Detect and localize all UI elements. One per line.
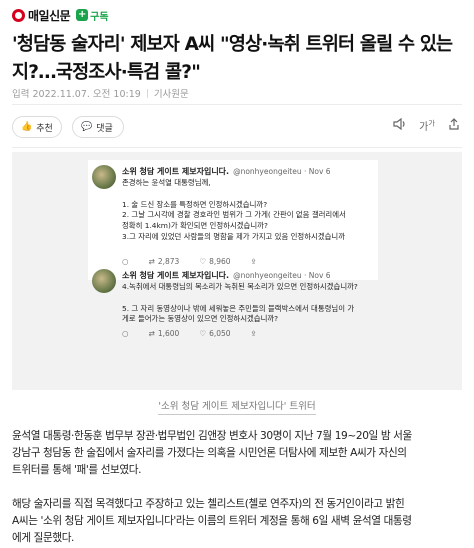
- share-icon: ⇪: [250, 329, 257, 338]
- subscribe-button[interactable]: + 구독: [76, 8, 109, 23]
- subscribe-label: 구독: [90, 11, 109, 23]
- tweet-handle: @nonhyeongeiteu · Nov 6: [233, 271, 331, 280]
- comment-label: 댓글: [96, 123, 113, 134]
- tweet-stats: ○ ⇄ 1,600 ♡ 6,050 ⇪: [122, 328, 257, 340]
- article-paragraph: 윤석열 대통령·한동훈 법무부 장관·법무법인 김앤장 변호사 30명이 지난 …: [12, 428, 464, 479]
- retweet-stat: ⇄ 1,600: [149, 328, 180, 340]
- tweet-line: 5. 그 자리 동영상이나 밖에 세워놓은 주민들의 블랙박스에서 대통령님이 …: [122, 303, 355, 313]
- tweet-line: [122, 293, 372, 304]
- paragraph-line: A씨는 '소위 청담 게이트 제보자입니다'라는 이름의 트위터 계정을 통해 …: [12, 515, 412, 527]
- article-paragraph: 해당 술자리를 직접 목격했다고 주장하고 있는 첼리스트(첼로 연주자)의 전…: [12, 496, 464, 547]
- tweet-card: 소위 청담 게이트 제보자입니다. @nonhyeongeiteu · Nov …: [88, 160, 378, 280]
- tweet-author-name: 소위 청담 게이트 제보자입니다.: [122, 167, 230, 176]
- recommend-button[interactable]: 👍 추천: [12, 116, 62, 138]
- recommend-label: 추천: [36, 123, 53, 134]
- article-actions: 👍 추천 💬 댓글 가가: [12, 116, 462, 140]
- tweet-line: 게로 들어가는 동영상이 있으면 인정하시겠습니까?: [122, 314, 279, 324]
- tweet-line: 존경하는 윤석열 대통령님께,: [122, 178, 211, 187]
- tweet-author-name: 소위 청담 게이트 제보자입니다.: [122, 271, 230, 280]
- paragraph-line: 에게 질문했다.: [12, 532, 75, 544]
- original-article-link[interactable]: 기사원문: [154, 86, 189, 100]
- article-meta: 입력 2022.11.07. 오전 10:19 기사원문: [12, 86, 189, 100]
- article-tools: 가가: [392, 117, 462, 133]
- meta-divider: [146, 88, 148, 98]
- tweet-line: 4.녹취에서 대통령님의 목소리가 녹취된 목소리가 있으면 인정하시겠습니까?: [122, 282, 358, 291]
- like-count: 6,050: [209, 329, 231, 338]
- site-header: 매일신문 + 구독: [0, 0, 474, 30]
- tweet-line: 정확히 1.4km)가 확인되면 인정하시겠습니까?: [122, 221, 268, 231]
- divider: [12, 104, 462, 105]
- tweet-line: [122, 189, 372, 200]
- tweet-card: 소위 청담 게이트 제보자입니다. @nonhyeongeiteu · Nov …: [88, 264, 378, 338]
- tweet-handle: @nonhyeongeiteu · Nov 6: [233, 167, 331, 176]
- comment-icon: 💬: [81, 122, 93, 132]
- retweet-icon: ⇄: [148, 329, 155, 338]
- listen-icon[interactable]: [392, 117, 408, 133]
- paragraph-line: 윤석열 대통령·한동훈 법무부 장관·법무법인 김앤장 변호사 30명이 지난 …: [12, 430, 412, 442]
- paragraph-line: 해당 술자리를 직접 목격했다고 주장하고 있는 첼리스트(첼로 연주자)의 전…: [12, 498, 405, 510]
- heart-icon: ♡: [199, 329, 207, 338]
- article-title: '청담동 술자리' 제보자 A씨 "영상·녹취 트위터 올릴 수 있는지?…국정…: [12, 34, 453, 83]
- published-date: 입력 2022.11.07. 오전 10:19: [12, 89, 141, 100]
- thumbs-up-icon: 👍: [21, 122, 33, 132]
- avatar: [92, 165, 116, 189]
- logo-icon: [12, 8, 25, 22]
- logo-text: 매일신문: [28, 8, 71, 23]
- avatar: [92, 269, 116, 293]
- reply-icon: ○: [122, 329, 129, 338]
- like-stat: ♡ 6,050: [199, 328, 230, 340]
- article-image: 소위 청담 게이트 제보자입니다. @nonhyeongeiteu · Nov …: [12, 152, 462, 390]
- paragraph-line: 강남구 청담동 한 술집에서 술자리를 가졌다는 의혹을 시민언론 더탐사에 제…: [12, 447, 407, 459]
- font-size-icon[interactable]: 가가: [419, 118, 435, 133]
- plus-icon: +: [76, 9, 89, 21]
- caption-text: '소위 청담 게이트 제보자입니다' 트위터: [158, 401, 316, 415]
- tweet-line: 2. 그날 그시각에 경찰 경호라인 범위가 그 가게( 간판이 없음 갤러리에…: [122, 210, 346, 220]
- tweet-text: 4.녹취에서 대통령님의 목소리가 녹취된 목소리가 있으면 인정하시겠습니까?…: [122, 282, 372, 325]
- tweet-line: 1. 술 드신 장소를 특정하면 인정하시겠습니까?: [122, 199, 268, 209]
- site-logo[interactable]: 매일신문: [12, 7, 71, 24]
- retweet-count: 1,600: [157, 329, 180, 338]
- tweet-text: 존경하는 윤석열 대통령님께, 1. 술 드신 장소를 특정하면 인정하시겠습니…: [122, 178, 372, 243]
- tweet-line: 3.그 자리에 있었던 사람들의 명함을 제가 가지고 있음 인정하시겠습니까: [122, 231, 346, 241]
- share-icon[interactable]: [446, 118, 462, 133]
- divider: [12, 147, 462, 148]
- comment-button[interactable]: 💬 댓글: [72, 116, 124, 138]
- image-caption: '소위 청담 게이트 제보자입니다' 트위터: [12, 398, 462, 415]
- paragraph-line: 트위터를 통해 '패'를 선보였다.: [12, 464, 142, 476]
